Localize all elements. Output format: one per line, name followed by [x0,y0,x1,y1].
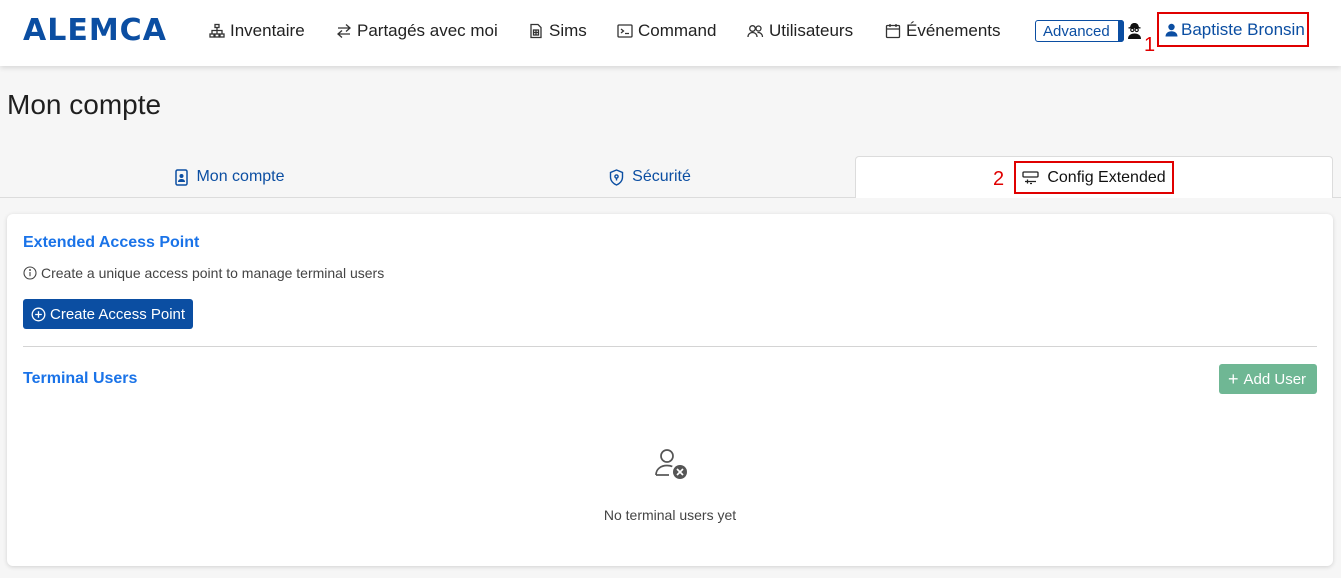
nav-item-utilisateurs[interactable]: Utilisateurs [747,19,853,43]
annotation-2: 2 [993,168,1005,190]
empty-state-text: No terminal users yet [603,507,737,523]
calendar-icon [885,24,901,39]
nav-item-command[interactable]: Command [617,19,716,43]
users-icon [747,25,764,38]
nav-label: Command [638,21,717,40]
create-access-point-button[interactable]: Create Access Point [23,299,193,329]
section-divider [23,346,1317,347]
nav-item-sims[interactable]: Sims [528,19,587,43]
nav-item-partages[interactable]: Partagés avec moi [336,19,498,43]
nav-label: Sims [549,21,587,40]
add-user-button[interactable]: + Add User [1219,364,1317,394]
nav-label: Événements [906,21,1001,40]
create-button-label: Create Access Point [50,305,186,323]
page-title: Mon compte [7,89,162,120]
access-point-title: Extended Access Point [23,234,200,251]
sitemap-icon [209,23,225,38]
brand-logo[interactable]: ALEMCA [23,13,167,48]
user-name: Baptiste Bronsin [1181,19,1305,39]
arrows-exchange-icon [337,24,351,38]
advanced-toggle[interactable]: Advanced [1035,20,1124,42]
plus-circle-icon [31,307,46,321]
user-menu-button[interactable]: Baptiste Bronsin [1157,12,1309,47]
sliders-icon [1022,170,1039,184]
tab-highlight: Config Extended [1014,161,1174,194]
access-point-hint: Create a unique access point to manage t… [23,265,384,281]
tab-config-extended[interactable]: 2 Config Extended [855,156,1333,198]
top-navbar: ALEMCA Inventaire Partagés avec moi Sims… [0,0,1341,66]
config-extended-card: Extended Access Point Create a unique ac… [7,214,1333,566]
plus-icon: + [1228,369,1239,389]
user-secret-icon[interactable] [1127,22,1142,39]
tab-label: Sécurité [632,168,691,185]
nav-item-inventaire[interactable]: Inventaire [209,19,305,43]
tab-securite[interactable]: Sécurité [420,156,880,198]
annotation-1: 1 [1144,34,1156,56]
tab-label: Config Extended [1047,168,1166,186]
terminal-icon [617,24,633,38]
nav-label: Inventaire [230,21,305,40]
sim-card-icon [530,23,542,39]
add-user-label: Add User [1243,370,1307,388]
info-icon [23,266,37,280]
nav-label: Utilisateurs [769,21,854,40]
nav-label: Partagés avec moi [357,21,498,40]
terminal-users-title: Terminal Users [23,370,138,387]
tab-mon-compte[interactable]: Mon compte [0,156,460,198]
nav-item-evenements[interactable]: Événements [885,19,1001,43]
user-icon [1165,23,1178,36]
hint-text: Create a unique access point to manage t… [41,265,385,281]
user-remove-icon [655,449,687,479]
id-badge-icon [175,168,189,186]
shield-icon [609,168,624,186]
tab-label: Mon compte [196,168,285,185]
